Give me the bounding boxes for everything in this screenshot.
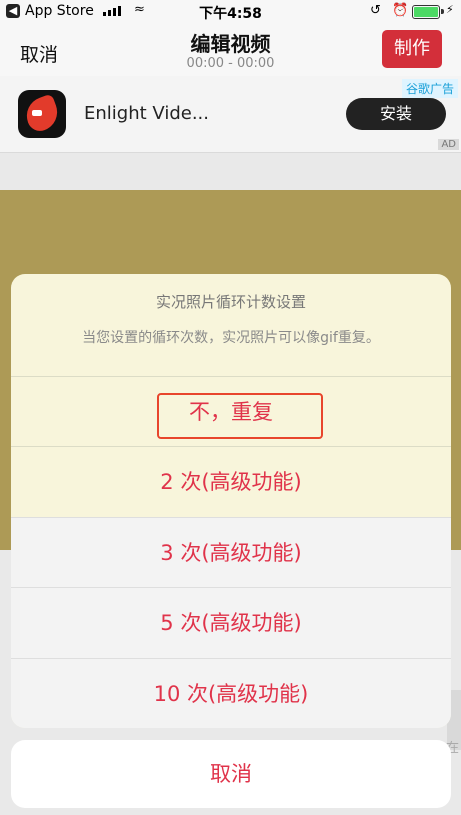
option-2-times[interactable]: 2 次(高级功能) (11, 446, 451, 517)
app-icon[interactable] (18, 90, 66, 138)
sheet-message: 当您设置的循环次数，实况照片可以像gif重复。 (82, 330, 380, 346)
status-bar: ◀ App Store ≈ 下午4:58 ↺ ⏰ ⚡ (0, 0, 461, 24)
alarm-icon: ⏰ (392, 3, 409, 18)
sheet-cancel-button[interactable]: 取消 (11, 740, 451, 808)
charging-icon: ⚡ (446, 3, 454, 16)
make-button[interactable]: 制作 (382, 30, 442, 68)
option-label: 不，重复 (189, 400, 273, 424)
ad-app-name[interactable]: Enlight Vide... (84, 103, 209, 124)
ad-choices-badge[interactable]: AD (438, 139, 459, 150)
option-5-times[interactable]: 5 次(高级功能) (11, 587, 451, 658)
battery-icon (412, 5, 444, 19)
option-10-times[interactable]: 10 次(高级功能) (11, 658, 451, 728)
orientation-lock-icon: ↺ (370, 3, 381, 18)
install-button[interactable]: 安装 (346, 98, 446, 130)
sheet-title: 实况照片循环计数设置 (155, 293, 306, 311)
ad-banner[interactable]: 谷歌广告 Enlight Vide... 安装 AD (0, 76, 461, 153)
nav-bar: 取消 编辑视频 00:00 - 00:00 制作 (0, 24, 461, 76)
ad-label: 谷歌广告 (401, 79, 458, 98)
option-no-repeat[interactable]: 不，重复 (11, 376, 451, 447)
option-3-times[interactable]: 3 次(高级功能) (11, 517, 451, 588)
loop-count-action-sheet: 实况照片循环计数设置 当您设置的循环次数，实况照片可以像gif重复。 不，重复 … (11, 274, 451, 728)
